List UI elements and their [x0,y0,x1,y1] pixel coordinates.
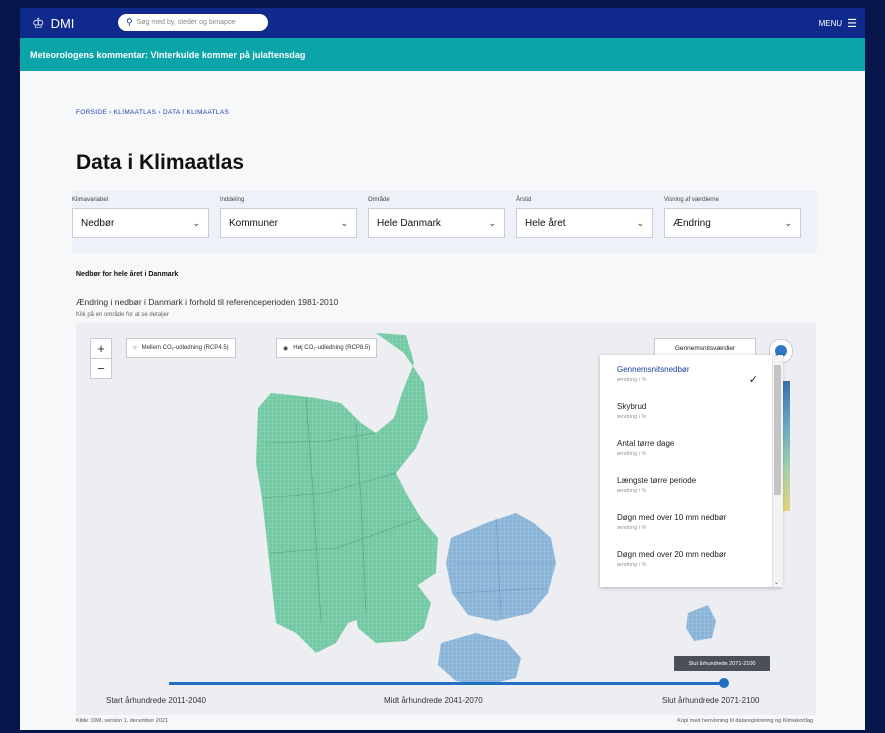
select-value: Hele Danmark [377,217,441,229]
news-banner[interactable]: Meteorologens kommentar: Vinterkulde kom… [20,38,865,71]
menu-label: MENU [818,19,843,28]
filter-division: Inddeling Kommuner ⌄ [220,197,357,238]
filter-display: Visning af værdierne Ændring ⌄ [664,197,801,238]
page-title: Data i Klimaatlas [76,151,245,174]
climate-variable-select[interactable]: Nedbør ⌄ [72,208,209,238]
check-icon: ✓ [748,374,758,386]
chevron-down-icon: ⌄ [784,217,792,228]
map-region-bornholm[interactable] [686,605,716,641]
select-value: Nedbør [81,217,115,229]
crown-icon: ♔ [32,15,45,31]
filter-area: Område Hele Danmark ⌄ [368,197,505,238]
dropdown-option[interactable]: Skybrud ændring i % [600,392,772,429]
search-input[interactable]: ⚲ Søg med by, steder og bimapoe [118,14,268,31]
option-unit: ændring i % [617,488,647,494]
display-select[interactable]: Ændring ⌄ [664,208,801,238]
filter-climate-variable: Klimavariabel Nedbør ⌄ [72,197,209,238]
timeline-mid-label[interactable]: Midt århundrede 2041-2070 [384,696,483,705]
filter-label: Inddeling [220,197,245,203]
map-region-lolland-falster[interactable] [438,633,521,685]
timeline-track[interactable] [169,682,724,685]
dropdown-option[interactable]: Gennemsnitsnedbør ændring i % ✓ [600,355,772,392]
map-region-funen[interactable] [351,578,431,643]
logo-text: DMI [50,16,75,31]
option-unit: ændring i % [617,451,647,457]
dropdown-option[interactable]: Døgn med over 20 mm nedbør ændring i % [600,540,772,577]
banner-text: Meteorologens kommentar: Vinterkulde kom… [30,49,306,60]
scenario-high-toggle[interactable]: ◉ Høj CO₂-udledning (RCP8.5) [276,338,378,358]
timeline-tooltip: Slut århundrede 2071-2100 [674,656,770,671]
scenario-medium-toggle[interactable]: ○ Mellem CO₂-udledning (RCP4.5) [126,338,236,358]
option-label: Døgn med over 20 mm nedbør [617,550,727,559]
select-value: Hele året [525,217,566,229]
filter-label: Visning af værdierne [664,197,719,203]
chevron-down-icon: ⌄ [192,217,200,228]
scenario-label: Høj CO₂-udledning (RCP8.5) [293,345,371,351]
filter-season: Årstid Hele året ⌄ [516,197,653,238]
timeline-end-label[interactable]: Slut århundrede 2071-2100 [662,696,759,705]
season-select[interactable]: Hele året ⌄ [516,208,653,238]
browser-page: ♔ DMI ⚲ Søg med by, steder og bimapoe ME… [20,8,865,730]
scrollbar-thumb[interactable] [774,365,781,495]
footer-credit[interactable]: Kopi med henvisning til dataregistrering… [677,718,813,724]
filter-bar: Klimavariabel Nedbør ⌄ Inddeling Kommuner… [72,191,817,253]
filter-label: Årstid [516,197,532,203]
breadcrumb[interactable]: FORSIDE › KLIMAATLAS › DATA I KLIMAATLAS [76,109,229,116]
option-unit: ændring i % [617,525,647,531]
map-region-zealand[interactable] [446,513,556,621]
option-unit: ændring i % [617,562,647,568]
scenario-label: Mellem CO₂-udledning (RCP4.5) [141,345,229,351]
section-subtitle: Ændring i nedbør i Danmark i forhold til… [76,297,339,307]
chevron-down-icon: ⌄ [636,217,644,228]
map-container[interactable]: + − ○ Mellem CO₂-udledning (RCP4.5) ◉ Hø… [76,323,816,715]
scroll-up-icon[interactable]: ⌃ [774,354,779,361]
option-label: Længste tørre periode [617,476,697,485]
hamburger-icon: ☰ [847,18,857,30]
dropdown-option[interactable]: Længste tørre periode ændring i % [600,466,772,503]
timeline-start-label[interactable]: Start århundrede 2011-2040 [106,696,206,705]
option-label: Skybrud [617,402,647,411]
option-label: Døgn med over 10 mm nedbør [617,513,727,522]
area-select[interactable]: Hele Danmark ⌄ [368,208,505,238]
zoom-control: + − [90,338,112,379]
filter-label: Område [368,197,390,203]
radio-icon: ○ [133,345,137,351]
scroll-down-icon[interactable]: ⌄ [774,579,779,586]
zoom-out-button[interactable]: − [91,358,111,378]
section-title: Nedbør for hele året i Danmark [76,271,179,278]
color-legend [782,381,790,511]
chevron-down-icon: ⌄ [340,217,348,228]
option-label: Antal tørre dage [617,439,675,448]
dmi-logo[interactable]: ♔ DMI [32,15,74,32]
select-value: Ændring [673,217,711,229]
chevron-down-icon: ⌄ [488,217,496,228]
radio-selected-icon: ◉ [283,345,289,352]
filter-label: Klimavariabel [72,197,109,203]
timeline-handle[interactable] [719,678,729,688]
select-value: Kommuner [229,217,278,229]
section-hint: Klik på en område for at se detaljer [76,312,170,318]
zoom-in-button[interactable]: + [91,339,111,358]
menu-button[interactable]: MENU ☰ [819,17,857,30]
dropdown-option[interactable]: Døgn med over 10 mm nedbør ændring i % [600,503,772,540]
dropdown-option[interactable]: Antal tørre dage ændring i % [600,429,772,466]
footer-source: Kilde: DMI, version 1, december 2021 [76,718,169,724]
division-select[interactable]: Kommuner ⌄ [220,208,357,238]
dropdown-list: Gennemsnitsnedbør ændring i % ✓ Skybrud ændr… [600,355,772,587]
variable-dropdown: Gennemsnitsnedbør ændring i % ✓ Skybrud ændr… [600,355,783,587]
search-icon: ⚲ [126,17,133,27]
dropdown-scrollbar[interactable]: ⌃ ⌄ [772,355,783,587]
option-unit: ændring i % [617,414,647,420]
search-placeholder: Søg med by, steder og bimapoe [136,19,236,26]
main-content: FORSIDE › KLIMAATLAS › DATA I KLIMAATLAS… [20,71,865,730]
top-navigation: ♔ DMI ⚲ Søg med by, steder og bimapoe ME… [20,8,865,38]
